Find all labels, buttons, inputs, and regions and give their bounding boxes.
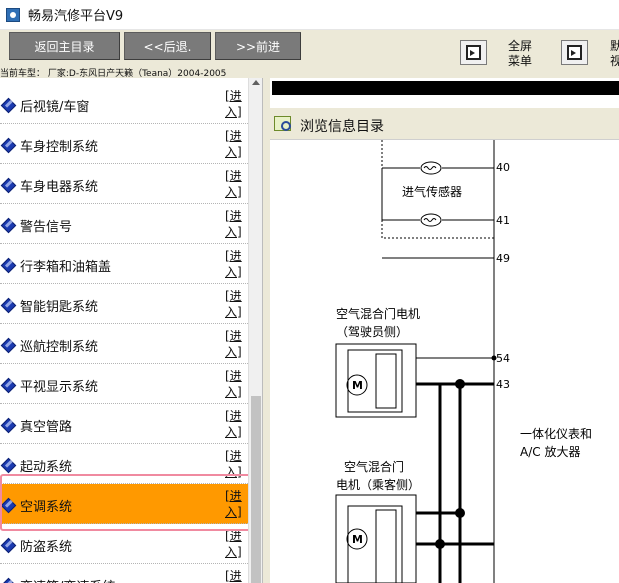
enter-link[interactable]: [进入] [225, 248, 243, 280]
diamond-bullet-icon [0, 177, 17, 194]
sidebar: 后视镜/车窗 [进入] 车身控制系统 [进入] 车身电器系统 [进入] 警告信号 [进入] 行李… [0, 78, 262, 583]
sidebar-item[interactable]: 智能钥匙系统 [进入] [0, 284, 248, 324]
pin-41: 41 [496, 214, 510, 227]
enter-link[interactable]: [进入] [225, 368, 243, 400]
panel-splitter[interactable] [262, 78, 270, 583]
diamond-bullet-icon [0, 377, 17, 394]
fullscreen-menu-icon[interactable] [460, 40, 487, 65]
enter-link[interactable]: [进入] [225, 208, 243, 240]
title-bar: 畅易汽修平台V9 [0, 0, 619, 30]
wiring-diagram: 40 41 49 54 43 进气传感器 空气混合门电机 （驾驶员侧） 空气混合… [270, 140, 619, 583]
sidebar-item-label[interactable]: 防盗系统 [20, 536, 72, 555]
enter-link[interactable]: [进入] [225, 568, 243, 583]
motor-2-label-line2: 电机（乘客侧） [336, 477, 420, 492]
sidebar-item-label[interactable]: 车身控制系统 [20, 136, 98, 155]
sidebar-scrollbar[interactable] [248, 78, 262, 583]
diamond-bullet-icon [0, 137, 17, 154]
enter-link[interactable]: [进入] [225, 88, 243, 120]
sidebar-item-label[interactable]: 变速箱/变速系统 [20, 576, 115, 583]
diamond-bullet-icon [0, 417, 17, 434]
fullscreen-label-line2: 菜单 [507, 54, 532, 68]
enter-link[interactable]: [进入] [225, 528, 243, 560]
browse-title: 浏览信息目录 [300, 119, 384, 135]
window-title: 畅易汽修平台V9 [28, 9, 124, 24]
amplifier-label-line1: 一体化仪表和 [520, 427, 592, 441]
diamond-bullet-icon [0, 337, 17, 354]
enter-link[interactable]: [进入] [225, 408, 243, 440]
diamond-bullet-icon [0, 457, 17, 474]
sidebar-item-label[interactable]: 智能钥匙系统 [20, 296, 98, 315]
motor-2-symbol: M [352, 533, 363, 546]
default-view-icon[interactable] [561, 40, 588, 65]
pin-40: 40 [496, 161, 510, 174]
wiring-diagram-svg: 40 41 49 54 43 进气传感器 空气混合门电机 （驾驶员侧） 空气混合… [335, 140, 592, 583]
app-icon [6, 7, 20, 22]
content-header-bar [272, 81, 619, 95]
diamond-bullet-icon [0, 217, 17, 234]
view-label-line2: 视 [609, 54, 619, 68]
motor-2-label-line1: 空气混合门 [344, 459, 404, 474]
browse-directory-bar[interactable]: 浏览信息目录 [270, 108, 619, 140]
scroll-up-arrow-icon[interactable] [252, 80, 260, 85]
back-to-main-button[interactable]: 返回主目录 [9, 32, 120, 60]
diamond-bullet-icon [0, 297, 17, 314]
sensor-label: 进气传感器 [402, 184, 462, 199]
sidebar-item[interactable]: 车身控制系统 [进入] [0, 124, 248, 164]
sidebar-item[interactable]: 警告信号 [进入] [0, 204, 248, 244]
pin-54: 54 [496, 352, 510, 365]
diamond-bullet-icon [0, 257, 17, 274]
sidebar-item-label[interactable]: 起动系统 [20, 456, 72, 475]
diamond-bullet-icon [0, 97, 17, 114]
sidebar-item-label[interactable]: 行李箱和油箱盖 [20, 256, 111, 275]
browse-search-icon [274, 116, 291, 131]
motor-1-label-line2: （驾驶员侧） [336, 324, 408, 339]
selection-highlight [0, 474, 257, 531]
sidebar-item-label[interactable]: 真空管路 [20, 416, 72, 435]
enter-link[interactable]: [进入] [225, 288, 243, 320]
view-label-line1: 默 [609, 39, 619, 53]
sidebar-item[interactable]: 后视镜/车窗 [进入] [0, 84, 248, 124]
sidebar-item[interactable]: 平视显示系统 [进入] [0, 364, 248, 404]
fullscreen-label-line1: 全屏 [507, 39, 532, 53]
sidebar-item-label[interactable]: 后视镜/车窗 [20, 96, 89, 115]
sidebar-item[interactable]: 行李箱和油箱盖 [进入] [0, 244, 248, 284]
amplifier-label-line2: A/C 放大器 [520, 444, 580, 459]
pin-49: 49 [496, 252, 510, 265]
scroll-thumb[interactable] [251, 396, 261, 583]
sidebar-item[interactable]: 真空管路 [进入] [0, 404, 248, 444]
forward-button[interactable]: >>前进 [215, 32, 301, 60]
sidebar-item[interactable]: 车身电器系统 [进入] [0, 164, 248, 204]
sidebar-item-label[interactable]: 警告信号 [20, 216, 72, 235]
motor-1-label-line1: 空气混合门电机 [336, 306, 420, 321]
motor-1-symbol: M [352, 379, 363, 392]
fullscreen-menu-button[interactable]: 全屏 菜单 [506, 39, 534, 69]
diamond-bullet-icon [0, 577, 17, 583]
default-view-button[interactable]: 默 视 [606, 39, 619, 69]
pin-43: 43 [496, 378, 510, 391]
sidebar-item[interactable]: 巡航控制系统 [进入] [0, 324, 248, 364]
content-panel: 浏览信息目录 40 41 49 54 43 进气传感器 空气混合门电机 （驾驶员… [270, 78, 619, 583]
enter-link[interactable]: [进入] [225, 128, 243, 160]
enter-link[interactable]: [进入] [225, 168, 243, 200]
back-button[interactable]: <<后退. [124, 32, 211, 60]
sidebar-item-label[interactable]: 巡航控制系统 [20, 336, 98, 355]
sidebar-item-label[interactable]: 平视显示系统 [20, 376, 98, 395]
sidebar-item[interactable]: 变速箱/变速系统 [进入] [0, 564, 248, 583]
diamond-bullet-icon [0, 537, 17, 554]
sidebar-item-label[interactable]: 车身电器系统 [20, 176, 98, 195]
toolbar: 返回主目录 <<后退. >>前进 全屏 菜单 默 视 当前车型： 厂家:D-东风… [0, 30, 619, 79]
enter-link[interactable]: [进入] [225, 328, 243, 360]
